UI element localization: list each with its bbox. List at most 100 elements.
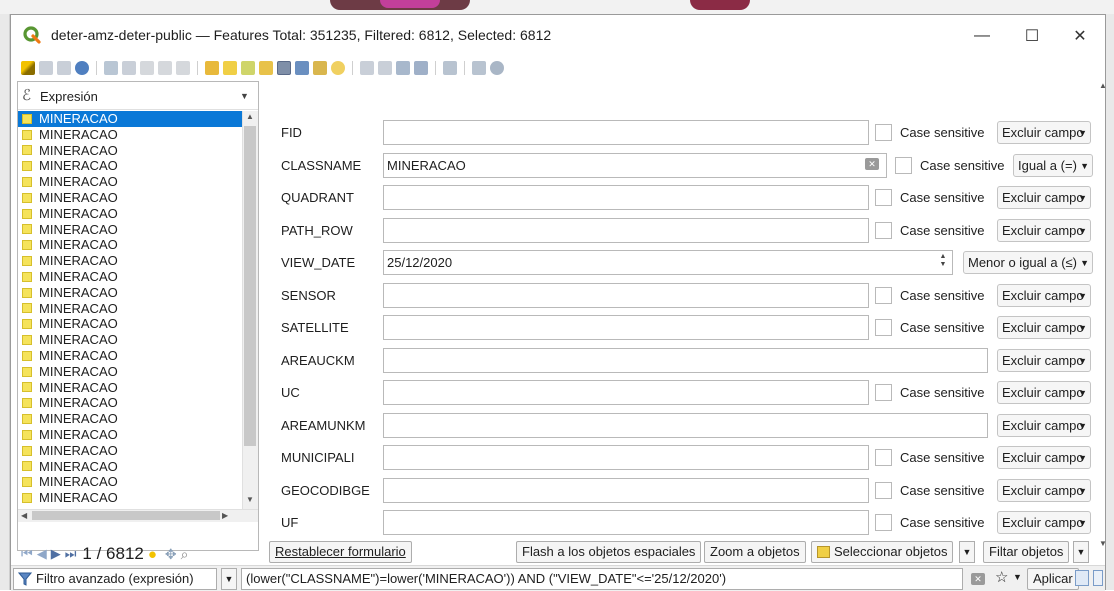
scroll-left-icon[interactable]: ◀ (21, 511, 27, 520)
list-item[interactable]: MINERACAO (18, 206, 242, 222)
list-item[interactable]: MINERACAO (18, 301, 242, 317)
list-item[interactable]: MINERACAO (18, 474, 242, 490)
search-operator-select[interactable]: Excluir campo ▼ (997, 381, 1091, 404)
next-feature-icon[interactable]: ▶ (51, 546, 61, 562)
field-value-input[interactable] (383, 380, 869, 405)
list-item[interactable]: MINERACAO (18, 490, 242, 506)
search-operator-select[interactable]: Excluir campo ▼ (997, 511, 1091, 534)
filter-features-button[interactable]: Filtar objetos (983, 541, 1070, 563)
field-value-input[interactable] (383, 477, 869, 503)
list-item[interactable]: MINERACAO (18, 111, 242, 127)
list-item[interactable]: MINERACAO (18, 411, 242, 427)
invert-selection-icon[interactable] (241, 61, 255, 75)
list-item[interactable]: MINERACAO (18, 395, 242, 411)
pan-to-selection-icon[interactable] (313, 61, 327, 75)
field-value-input[interactable] (383, 217, 869, 243)
multi-edit-icon[interactable] (39, 61, 53, 75)
list-item[interactable]: MINERACAO (18, 253, 242, 269)
select-options-dropdown[interactable]: ▼ (959, 541, 975, 563)
favorites-dropdown-icon[interactable]: ▼ (1013, 572, 1022, 582)
select-all-icon[interactable] (223, 61, 237, 75)
list-item[interactable]: MINERACAO (18, 174, 242, 190)
scroll-right-icon[interactable]: ▶ (222, 511, 228, 520)
pan-icon[interactable]: ✥ (165, 546, 177, 563)
case-sensitive-checkbox[interactable] (875, 449, 892, 466)
apply-button[interactable]: Aplicar (1027, 568, 1079, 590)
list-item[interactable]: MINERACAO (18, 332, 242, 348)
delete-field-icon[interactable] (378, 61, 392, 75)
case-sensitive-checkbox[interactable] (875, 481, 892, 499)
previous-feature-icon[interactable]: ◀ (37, 546, 47, 562)
list-item[interactable]: MINERACAO (18, 222, 242, 238)
filter-mode-select[interactable]: Filtro avanzado (expresión) (13, 568, 217, 590)
chevron-down-icon[interactable]: ▼ (240, 91, 249, 101)
field-value-input[interactable] (383, 120, 869, 145)
minimize-button[interactable]: — (959, 21, 1005, 51)
first-feature-icon[interactable]: ⏮ (21, 546, 33, 562)
identify-icon[interactable] (490, 61, 504, 75)
field-value-input[interactable] (383, 445, 869, 470)
actions-icon[interactable] (472, 61, 486, 75)
cut-icon[interactable] (140, 61, 154, 75)
field-value-input[interactable] (383, 185, 869, 210)
list-item[interactable]: MINERACAO (18, 143, 242, 159)
clear-field-icon[interactable]: ✕ (865, 157, 879, 170)
list-item[interactable]: MINERACAO (18, 237, 242, 253)
close-button[interactable]: ✕ (1057, 21, 1103, 51)
delete-feature-icon[interactable] (122, 61, 136, 75)
case-sensitive-checkbox[interactable] (875, 124, 892, 141)
last-feature-icon[interactable]: ⏭ (65, 546, 77, 562)
case-sensitive-checkbox[interactable] (875, 514, 892, 531)
scrollbar-thumb[interactable] (244, 126, 256, 446)
search-operator-select[interactable]: Excluir campo ▼ (997, 316, 1091, 339)
field-value-input[interactable] (383, 282, 869, 308)
list-item[interactable]: MINERACAO (18, 158, 242, 174)
list-item[interactable]: MINERACAO (18, 459, 242, 475)
list-item[interactable]: MINERACAO (18, 364, 242, 380)
move-selection-top-icon[interactable] (295, 61, 309, 75)
star-favorite-icon[interactable]: ☆ (995, 568, 1008, 586)
case-sensitive-checkbox[interactable] (895, 156, 912, 174)
search-operator-select[interactable]: Excluir campo ▼ (997, 348, 1091, 372)
select-features-button[interactable]: Seleccionar objetos (811, 541, 954, 563)
filter-options-dropdown[interactable]: ▼ (1073, 541, 1089, 563)
date-spinner-icon[interactable]: ▲ ▼ (937, 253, 949, 271)
search-operator-select[interactable]: Excluir campo ▼ (997, 121, 1091, 144)
field-calculator-icon[interactable] (396, 61, 410, 75)
search-operator-select[interactable]: Excluir campo ▼ (997, 413, 1091, 437)
conditional-formatting-icon[interactable] (414, 61, 428, 75)
search-operator-select[interactable]: Excluir campo ▼ (997, 186, 1091, 209)
toggle-editing-icon[interactable] (21, 61, 35, 75)
reset-form-button[interactable]: Restablecer formulario (269, 541, 412, 563)
search-operator-select[interactable]: Excluir campo ▼ (997, 218, 1091, 242)
form-scrollbar[interactable]: ▲ ▼ (1099, 81, 1107, 551)
field-value-input[interactable] (383, 412, 988, 438)
zoom-icon[interactable]: ⌕ (181, 546, 189, 563)
scroll-up-icon[interactable]: ▲ (246, 112, 254, 121)
list-item[interactable]: MINERACAO (18, 190, 242, 206)
save-edits-icon[interactable] (57, 61, 71, 75)
zoom-to-selection-icon[interactable] (331, 61, 345, 75)
case-sensitive-checkbox[interactable] (875, 319, 892, 336)
list-item[interactable]: MINERACAO (18, 427, 242, 443)
list-item[interactable]: MINERACAO (18, 316, 242, 332)
dock-icon[interactable] (443, 61, 457, 75)
field-value-input[interactable]: MINERACAO (383, 152, 887, 178)
select-by-expression-icon[interactable] (205, 61, 219, 75)
form-view-icon[interactable] (1075, 570, 1089, 586)
filter-form-icon[interactable] (277, 61, 291, 75)
search-operator-select[interactable]: Excluir campo ▼ (997, 478, 1091, 502)
highlight-bulb-icon[interactable]: ● (148, 546, 157, 563)
field-value-input[interactable] (383, 347, 988, 373)
zoom-to-features-button[interactable]: Zoom a objetos (704, 541, 806, 563)
clear-expression-icon[interactable]: ✕ (971, 573, 985, 585)
case-sensitive-checkbox[interactable] (875, 189, 892, 206)
case-sensitive-checkbox[interactable] (875, 384, 892, 401)
field-value-input[interactable]: 25/12/2020 (383, 250, 953, 275)
reload-icon[interactable] (75, 61, 89, 75)
display-expression-selector[interactable]: ℰ Expresión ▼ (18, 82, 258, 110)
scroll-up-icon[interactable]: ▲ (1099, 81, 1107, 90)
search-operator-select[interactable]: Menor o igual a (≤) ▼ (963, 251, 1093, 274)
feature-list[interactable]: MINERACAO MINERACAO MINERACAO MINERACAO MINE… (18, 111, 242, 509)
list-item[interactable]: MINERACAO (18, 127, 242, 143)
